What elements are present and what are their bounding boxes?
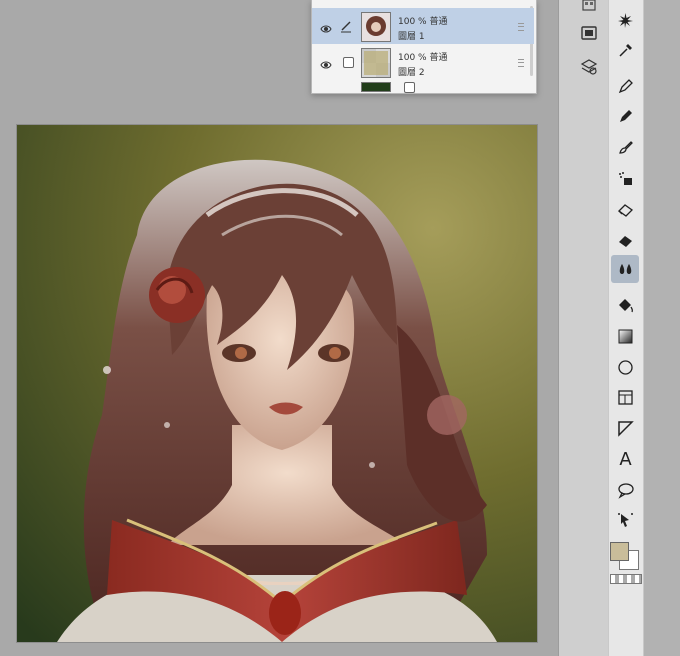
visibility-eye-icon[interactable] — [320, 56, 332, 69]
layer-mode-text: 100 % 普通 — [398, 53, 448, 63]
transparent-color-swatch[interactable] — [610, 574, 642, 584]
pencil-icon[interactable] — [617, 108, 634, 125]
ruler-icon[interactable] — [617, 420, 634, 437]
drawing-canvas[interactable] — [17, 125, 537, 642]
brush-icon[interactable] — [617, 139, 634, 156]
gradient-icon[interactable] — [617, 328, 634, 345]
eyedropper-icon[interactable] — [617, 42, 634, 59]
layer-thumbnail — [361, 82, 391, 92]
layer-thumbnail — [361, 12, 391, 42]
edit-pen-icon[interactable] — [340, 17, 352, 33]
layer-panel-header — [312, 0, 534, 7]
layer-checkbox[interactable] — [343, 57, 354, 68]
right-strip — [643, 0, 680, 656]
main-color-swatch[interactable] — [610, 542, 629, 561]
drag-handle-icon[interactable] — [518, 59, 524, 67]
layer-name: 圖層 2 — [398, 68, 425, 78]
layer-panel: 100 % 普通 圖層 1 100 % 普通 圖層 2 — [311, 0, 537, 94]
fill-icon[interactable] — [617, 297, 634, 314]
layer-row-partial[interactable] — [312, 80, 534, 93]
blend-tool-button[interactable] — [611, 255, 639, 283]
visibility-eye-icon[interactable] — [320, 20, 332, 33]
eraser-icon[interactable] — [617, 201, 634, 218]
animation-icon[interactable] — [580, 24, 598, 42]
layer-row[interactable]: 100 % 普通 圖層 1 — [312, 8, 534, 44]
layers-search-icon[interactable] — [580, 58, 598, 76]
text-icon[interactable]: A — [617, 451, 634, 469]
layer-thumbnail — [361, 48, 391, 78]
pen-icon[interactable] — [617, 78, 634, 95]
auto-action-icon[interactable] — [617, 12, 634, 29]
balloon-icon[interactable] — [617, 482, 634, 499]
layer-checkbox[interactable] — [404, 82, 415, 93]
side-panel — [559, 0, 608, 656]
drag-handle-icon[interactable] — [518, 23, 524, 31]
layer-mode-text: 100 % 普通 — [398, 17, 448, 27]
blend-icon — [619, 263, 631, 274]
frame-icon[interactable] — [617, 389, 634, 406]
ellipse-icon[interactable] — [617, 359, 634, 376]
layer-property-icon[interactable] — [580, 0, 598, 18]
airbrush-icon[interactable] — [617, 170, 634, 187]
layer-row[interactable]: 100 % 普通 圖層 2 — [312, 44, 534, 80]
object-select-icon[interactable] — [617, 512, 634, 529]
layer-name: 圖層 1 — [398, 32, 425, 42]
eraser-fill-icon[interactable] — [617, 232, 634, 249]
